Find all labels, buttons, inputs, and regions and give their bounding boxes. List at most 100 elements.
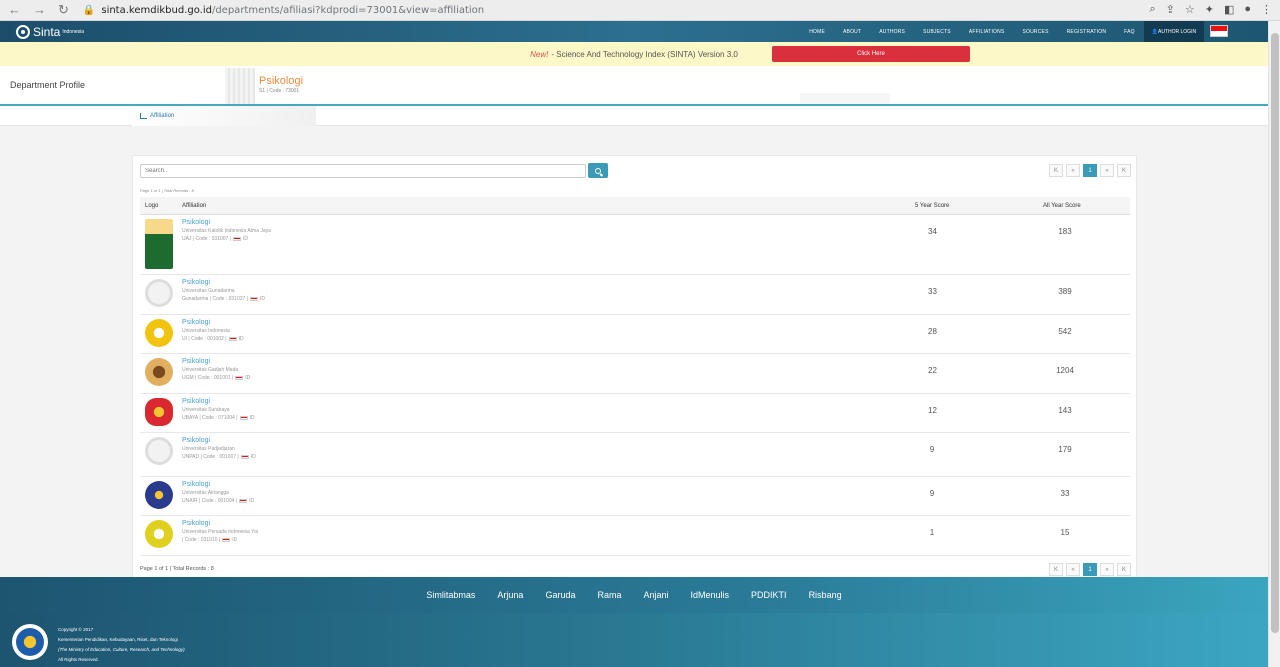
tab-affiliation[interactable]: Affiliation xyxy=(132,106,316,126)
affiliation-name[interactable]: Psikologi xyxy=(182,398,255,405)
search-button[interactable] xyxy=(588,163,608,178)
page: Sinta Indonesia HOME ABOUT AUTHORS SUBJE… xyxy=(0,21,1268,667)
back-icon[interactable]: ← xyxy=(8,2,21,18)
search-icon xyxy=(595,167,601,174)
affiliation-code: UNAIR | Code : 001004 | ID xyxy=(182,498,255,504)
footer-text: Copyright © 2017 Kementerian Pendidikan,… xyxy=(58,625,185,665)
first-page-button[interactable]: K xyxy=(1049,164,1063,177)
all-year-score: 179 xyxy=(1058,445,1072,454)
affiliation-name[interactable]: Psikologi xyxy=(182,219,271,226)
top-navbar: Sinta Indonesia HOME ABOUT AUTHORS SUBJE… xyxy=(0,21,1268,42)
sinta-logo[interactable]: Sinta Indonesia xyxy=(16,24,84,39)
forward-icon[interactable]: → xyxy=(33,2,46,18)
affiliation-name[interactable]: Psikologi xyxy=(182,437,256,444)
university-name: Universitas Gunadarma xyxy=(182,288,235,294)
university-name: Universitas Padjadjaran xyxy=(182,446,235,452)
five-year-score: 33 xyxy=(928,287,937,296)
url-host: sinta.kemdikbud.go.id xyxy=(101,4,212,16)
click-here-button[interactable]: Click Here xyxy=(772,46,970,62)
nav-home[interactable]: HOME xyxy=(800,29,834,35)
all-year-score: 542 xyxy=(1058,327,1072,336)
footer-link-idmenulis[interactable]: IdMenulis xyxy=(691,590,730,600)
nav-sources[interactable]: SOURCES xyxy=(1013,29,1057,35)
affiliation-name[interactable]: Psikologi xyxy=(182,481,254,488)
indonesia-flag-icon[interactable] xyxy=(1210,25,1228,37)
logo-text: Sinta xyxy=(33,24,61,39)
page-info-bottom: Page 1 of 1 | Total Records : 8 xyxy=(140,566,214,572)
table-row: Psikologi Universitas Gadjah Mada UGM | Co… xyxy=(140,354,1130,394)
extensions-icon[interactable]: ✦ xyxy=(1205,3,1214,16)
five-year-score: 9 xyxy=(929,489,935,498)
last-page-button[interactable]: K xyxy=(1117,164,1131,177)
footer-ministry: Kementerian Pendidikan, Kebudayaan, Rise… xyxy=(58,637,178,642)
department-profile-label: Department Profile xyxy=(10,80,86,90)
chart-decoration xyxy=(800,76,890,104)
id-flag-icon xyxy=(222,538,231,542)
footer-link-pddikti[interactable]: PDDIKTI xyxy=(751,590,787,600)
upi-yai-logo xyxy=(145,520,173,548)
search-input[interactable] xyxy=(140,164,586,178)
header-5-year-score: 5 Year Score xyxy=(915,203,950,209)
nav-about[interactable]: ABOUT xyxy=(834,29,870,35)
author-login-label: AUTHOR LOGIN xyxy=(1158,28,1197,35)
university-name: Universitas Indonesia xyxy=(182,328,230,334)
footer-rights: All Rights Reserved. xyxy=(58,657,99,662)
next-page-button[interactable]: » xyxy=(1100,164,1114,177)
share-icon[interactable]: ⇪ xyxy=(1166,3,1175,16)
page-info-top: Page 1 of 1 | Total Records : 8 xyxy=(140,188,194,193)
all-year-score: 1204 xyxy=(1056,366,1074,375)
nav-faq[interactable]: FAQ xyxy=(1115,29,1144,35)
nav-subjects[interactable]: SUBJECTS xyxy=(914,29,960,35)
footer-link-simlitabmas[interactable]: Simlitabmas xyxy=(426,590,475,600)
footer-link-arjuna[interactable]: Arjuna xyxy=(497,590,523,600)
first-page-button[interactable]: K xyxy=(1049,563,1063,576)
affiliation-code: UGM | Code : 001001 | ID xyxy=(182,375,251,381)
affiliation-name[interactable]: Psikologi xyxy=(182,279,265,286)
table-row: Psikologi Universitas Katolik Indonesia A… xyxy=(140,215,1130,275)
footer-link-rama[interactable]: Rama xyxy=(597,590,621,600)
profile-icon[interactable]: ● xyxy=(1244,3,1251,16)
university-name: Universitas Surabaya xyxy=(182,407,230,413)
five-year-score: 22 xyxy=(928,366,937,375)
next-page-button[interactable]: » xyxy=(1100,563,1114,576)
page-1-button[interactable]: 1 xyxy=(1083,164,1097,177)
nav-authors[interactable]: AUTHORS xyxy=(870,29,914,35)
sidepanel-icon[interactable]: ◧ xyxy=(1224,3,1234,16)
prev-page-button[interactable]: « xyxy=(1066,563,1080,576)
nav-affiliations[interactable]: AFFILIATIONS xyxy=(960,29,1014,35)
prev-page-button[interactable]: « xyxy=(1066,164,1080,177)
footer-ministry-en: (The Ministry of Education, Culture, Res… xyxy=(58,647,185,652)
last-page-button[interactable]: K xyxy=(1117,563,1131,576)
affiliation-code: UBAYA | Code : 071004 | ID xyxy=(182,415,255,421)
kebab-menu-icon[interactable]: ⋮ xyxy=(1261,3,1272,16)
footer-links: Simlitabmas Arjuna Garuda Rama Anjani Id… xyxy=(0,577,1268,613)
all-year-score: 183 xyxy=(1058,227,1072,236)
page-scrollbar[interactable] xyxy=(1268,21,1280,667)
reload-icon[interactable]: ↻ xyxy=(58,2,69,18)
footer-link-anjani[interactable]: Anjani xyxy=(643,590,668,600)
footer-link-garuda[interactable]: Garuda xyxy=(545,590,575,600)
all-year-score: 15 xyxy=(1060,528,1070,537)
affiliation-code: UI | Code : 001002 | ID xyxy=(182,336,244,342)
page-1-button[interactable]: 1 xyxy=(1083,563,1097,576)
zoom-icon[interactable]: ⌕ xyxy=(1149,3,1155,16)
scrollbar-thumb[interactable] xyxy=(1271,33,1279,633)
address-bar[interactable]: 🔒 sinta.kemdikbud.go.id/departments/afil… xyxy=(83,5,484,16)
five-year-score: 1 xyxy=(929,528,935,537)
star-icon[interactable]: ☆ xyxy=(1185,3,1195,16)
affiliation-name[interactable]: Psikologi xyxy=(182,520,258,527)
footer-link-risbang[interactable]: Risbang xyxy=(809,590,842,600)
affiliation-name[interactable]: Psikologi xyxy=(182,358,250,365)
author-login-button[interactable]: 👤 AUTHOR LOGIN xyxy=(1143,21,1205,42)
unair-logo xyxy=(145,481,173,509)
announcement-text: - Science And Technology Index (SINTA) V… xyxy=(551,49,738,59)
nav-registration[interactable]: REGISTRATION xyxy=(1058,29,1116,35)
footer: Copyright © 2017 Kementerian Pendidikan,… xyxy=(0,613,1268,667)
id-flag-icon xyxy=(240,455,249,459)
table-header: Logo Affiliation 5 Year Score All Year S… xyxy=(140,197,1130,215)
affiliation-name[interactable]: Psikologi xyxy=(182,319,244,326)
university-name: Universitas Katolik Indonesia Atma Jaya xyxy=(182,228,271,234)
id-flag-icon xyxy=(239,499,248,503)
five-year-score: 9 xyxy=(929,445,935,454)
url-path: /departments/afiliasi?kdprodi=73001&view… xyxy=(211,4,485,16)
